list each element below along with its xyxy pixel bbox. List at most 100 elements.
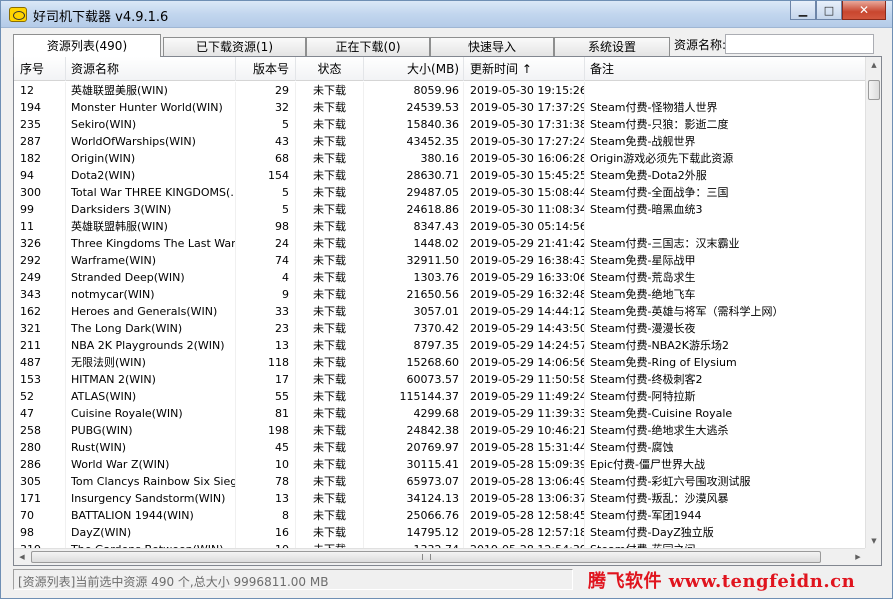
table-row[interactable]: 94 Dota2(WIN) 154 未下载 28630.71 2019-05-30 15:… xyxy=(14,167,867,184)
table-row[interactable]: 194 Monster Hunter World(WIN) 32 未下载 24539.5… xyxy=(14,99,867,116)
vertical-scrollbar[interactable]: ▲ ▼ xyxy=(865,57,881,549)
cell-size: 115144.37 xyxy=(364,388,464,405)
table-row[interactable]: 343 notmycar(WIN) 9 未下载 21650.56 2019-05-29 1… xyxy=(14,286,867,303)
cell-id: 171 xyxy=(14,490,66,507)
table-row[interactable]: 182 Origin(WIN) 68 未下载 380.16 2019-05-30 16:0… xyxy=(14,150,867,167)
arrow-left-icon: ◀ xyxy=(19,553,25,561)
cell-time: 2019-05-30 11:08:34 xyxy=(464,201,585,218)
cell-status: 未下载 xyxy=(296,235,364,252)
cell-id: 52 xyxy=(14,388,66,405)
column-header-time-label: 更新时间 xyxy=(470,62,519,76)
cell-id: 287 xyxy=(14,133,66,150)
watermark-text: 腾飞软件 www.tengfeidn.cn xyxy=(588,571,856,592)
minimize-button[interactable]: ▁ xyxy=(790,1,816,20)
cell-version: 118 xyxy=(236,354,296,371)
table-row[interactable]: 326 Three Kingdoms The Last Warl… 24 未下载 144… xyxy=(14,235,867,252)
table-row[interactable]: 487 无限法则(WIN) 118 未下载 15268.60 2019-05-29 14:… xyxy=(14,354,867,371)
cell-id: 292 xyxy=(14,252,66,269)
cell-version: 32 xyxy=(236,99,296,116)
search-input[interactable] xyxy=(725,34,874,54)
table-row[interactable]: 305 Tom Clancys Rainbow Six Sieg… 78 未下载 659… xyxy=(14,473,867,490)
table-row[interactable]: 153 HITMAN 2(WIN) 17 未下载 60073.57 2019-05-29 … xyxy=(14,371,867,388)
cell-name: Heroes and Generals(WIN) xyxy=(66,303,236,320)
cell-time: 2019-05-30 17:37:29 xyxy=(464,99,585,116)
cell-time: 2019-05-29 14:06:56 xyxy=(464,354,585,371)
table-row[interactable]: 280 Rust(WIN) 45 未下载 20769.97 2019-05-28 15:3… xyxy=(14,439,867,456)
table-row[interactable]: 235 Sekiro(WIN) 5 未下载 15840.36 2019-05-30 17:… xyxy=(14,116,867,133)
table-row[interactable]: 52 ATLAS(WIN) 55 未下载 115144.37 2019-05-29 11:… xyxy=(14,388,867,405)
table-row[interactable]: 162 Heroes and Generals(WIN) 33 未下载 3057.01 2… xyxy=(14,303,867,320)
table-row[interactable]: 99 Darksiders 3(WIN) 5 未下载 24618.86 2019-05-3… xyxy=(14,201,867,218)
cell-version: 17 xyxy=(236,371,296,388)
column-header-time[interactable]: 更新时间 ↑ xyxy=(464,57,585,81)
cell-size: 1303.76 xyxy=(364,269,464,286)
vertical-scroll-thumb[interactable] xyxy=(868,80,880,100)
cell-version: 154 xyxy=(236,167,296,184)
tab-quick-import[interactable]: 快速导入 xyxy=(430,37,554,57)
table-row[interactable]: 12 英雄联盟美服(WIN) 29 未下载 8059.96 2019-05-30 19:1… xyxy=(14,82,867,99)
cell-status: 未下载 xyxy=(296,337,364,354)
table-row[interactable]: 171 Insurgency Sandstorm(WIN) 13 未下载 34124.1… xyxy=(14,490,867,507)
cell-size: 21650.56 xyxy=(364,286,464,303)
close-button[interactable]: ✕ xyxy=(842,1,886,20)
cell-name: ATLAS(WIN) xyxy=(66,388,236,405)
cell-version: 5 xyxy=(236,184,296,201)
cell-id: 258 xyxy=(14,422,66,439)
horizontal-scroll-thumb[interactable] xyxy=(31,551,821,563)
cell-size: 65973.07 xyxy=(364,473,464,490)
tab-settings[interactable]: 系统设置 xyxy=(554,37,670,57)
horizontal-scrollbar[interactable]: ◀ ▶ xyxy=(14,548,867,565)
table-row[interactable]: 47 Cuisine Royale(WIN) 81 未下载 4299.68 2019-05… xyxy=(14,405,867,422)
cell-note: Steam付费-全面战争：三国 xyxy=(585,184,867,201)
arrow-up-icon: ▲ xyxy=(871,61,877,69)
column-header-status[interactable]: 状态 xyxy=(296,57,364,81)
cell-version: 33 xyxy=(236,303,296,320)
sort-ascending-icon: ↑ xyxy=(521,62,532,76)
scroll-down-button[interactable]: ▼ xyxy=(866,533,881,549)
table-row[interactable]: 321 The Long Dark(WIN) 23 未下载 7370.42 2019-05… xyxy=(14,320,867,337)
column-header-note[interactable]: 备注 xyxy=(585,57,867,81)
table-row[interactable]: 287 WorldOfWarships(WIN) 43 未下载 43452.35 2019… xyxy=(14,133,867,150)
table-row[interactable]: 11 英雄联盟韩服(WIN) 98 未下载 8347.43 2019-05-30 05:1… xyxy=(14,218,867,235)
cell-note: Steam付费-DayZ独立版 xyxy=(585,524,867,541)
scroll-left-button[interactable]: ◀ xyxy=(14,549,30,565)
table-row[interactable]: 70 BATTALION 1944(WIN) 8 未下载 25066.76 2019-05… xyxy=(14,507,867,524)
cell-status: 未下载 xyxy=(296,303,364,320)
scroll-up-button[interactable]: ▲ xyxy=(866,57,881,73)
tab-resource-list[interactable]: 资源列表(490) xyxy=(13,34,161,57)
table-row[interactable]: 249 Stranded Deep(WIN) 4 未下载 1303.76 2019-05-… xyxy=(14,269,867,286)
cell-note: Steam付费-暗黑血统3 xyxy=(585,201,867,218)
cell-note: Steam付费-绝地求生大逃杀 xyxy=(585,422,867,439)
column-header-id[interactable]: 序号 xyxy=(14,57,66,81)
maximize-button[interactable]: □ xyxy=(816,1,842,20)
column-header-version[interactable]: 版本号 xyxy=(236,57,296,81)
column-header-name[interactable]: 资源名称 xyxy=(66,57,236,81)
tab-downloading[interactable]: 正在下载(0) xyxy=(306,37,430,57)
column-header-size[interactable]: 大小(MB) xyxy=(364,57,464,81)
table-row[interactable]: 286 World War Z(WIN) 10 未下载 30115.41 2019-05-… xyxy=(14,456,867,473)
table-row[interactable]: 211 NBA 2K Playgrounds 2(WIN) 13 未下载 8797.35… xyxy=(14,337,867,354)
cell-size: 8797.35 xyxy=(364,337,464,354)
tab-downloaded[interactable]: 已下载资源(1) xyxy=(163,37,306,57)
table-row[interactable]: 98 DayZ(WIN) 16 未下载 14795.12 2019-05-28 12:57… xyxy=(14,524,867,541)
title-bar[interactable]: 好司机下载器 v4.9.1.6 ▁ □ ✕ xyxy=(1,1,892,28)
cell-note: Steam免费-绝地飞车 xyxy=(585,286,867,303)
cell-size: 380.16 xyxy=(364,150,464,167)
cell-note xyxy=(585,82,867,99)
cell-name: Cuisine Royale(WIN) xyxy=(66,405,236,422)
cell-version: 23 xyxy=(236,320,296,337)
cell-id: 194 xyxy=(14,99,66,116)
cell-note: Epic付费-僵尸世界大战 xyxy=(585,456,867,473)
cell-time: 2019-05-28 13:06:37 xyxy=(464,490,585,507)
scrollbar-corner xyxy=(865,548,881,565)
table-row[interactable]: 258 PUBG(WIN) 198 未下载 24842.38 2019-05-29 10:… xyxy=(14,422,867,439)
cell-status: 未下载 xyxy=(296,320,364,337)
cell-id: 326 xyxy=(14,235,66,252)
table-row[interactable]: 292 Warframe(WIN) 74 未下载 32911.50 2019-05-29 … xyxy=(14,252,867,269)
cell-version: 74 xyxy=(236,252,296,269)
scroll-right-button[interactable]: ▶ xyxy=(850,549,866,565)
cell-size: 14795.12 xyxy=(364,524,464,541)
cell-status: 未下载 xyxy=(296,439,364,456)
cell-size: 24842.38 xyxy=(364,422,464,439)
table-row[interactable]: 300 Total War THREE KINGDOMS(… 5 未下载 29487.0… xyxy=(14,184,867,201)
